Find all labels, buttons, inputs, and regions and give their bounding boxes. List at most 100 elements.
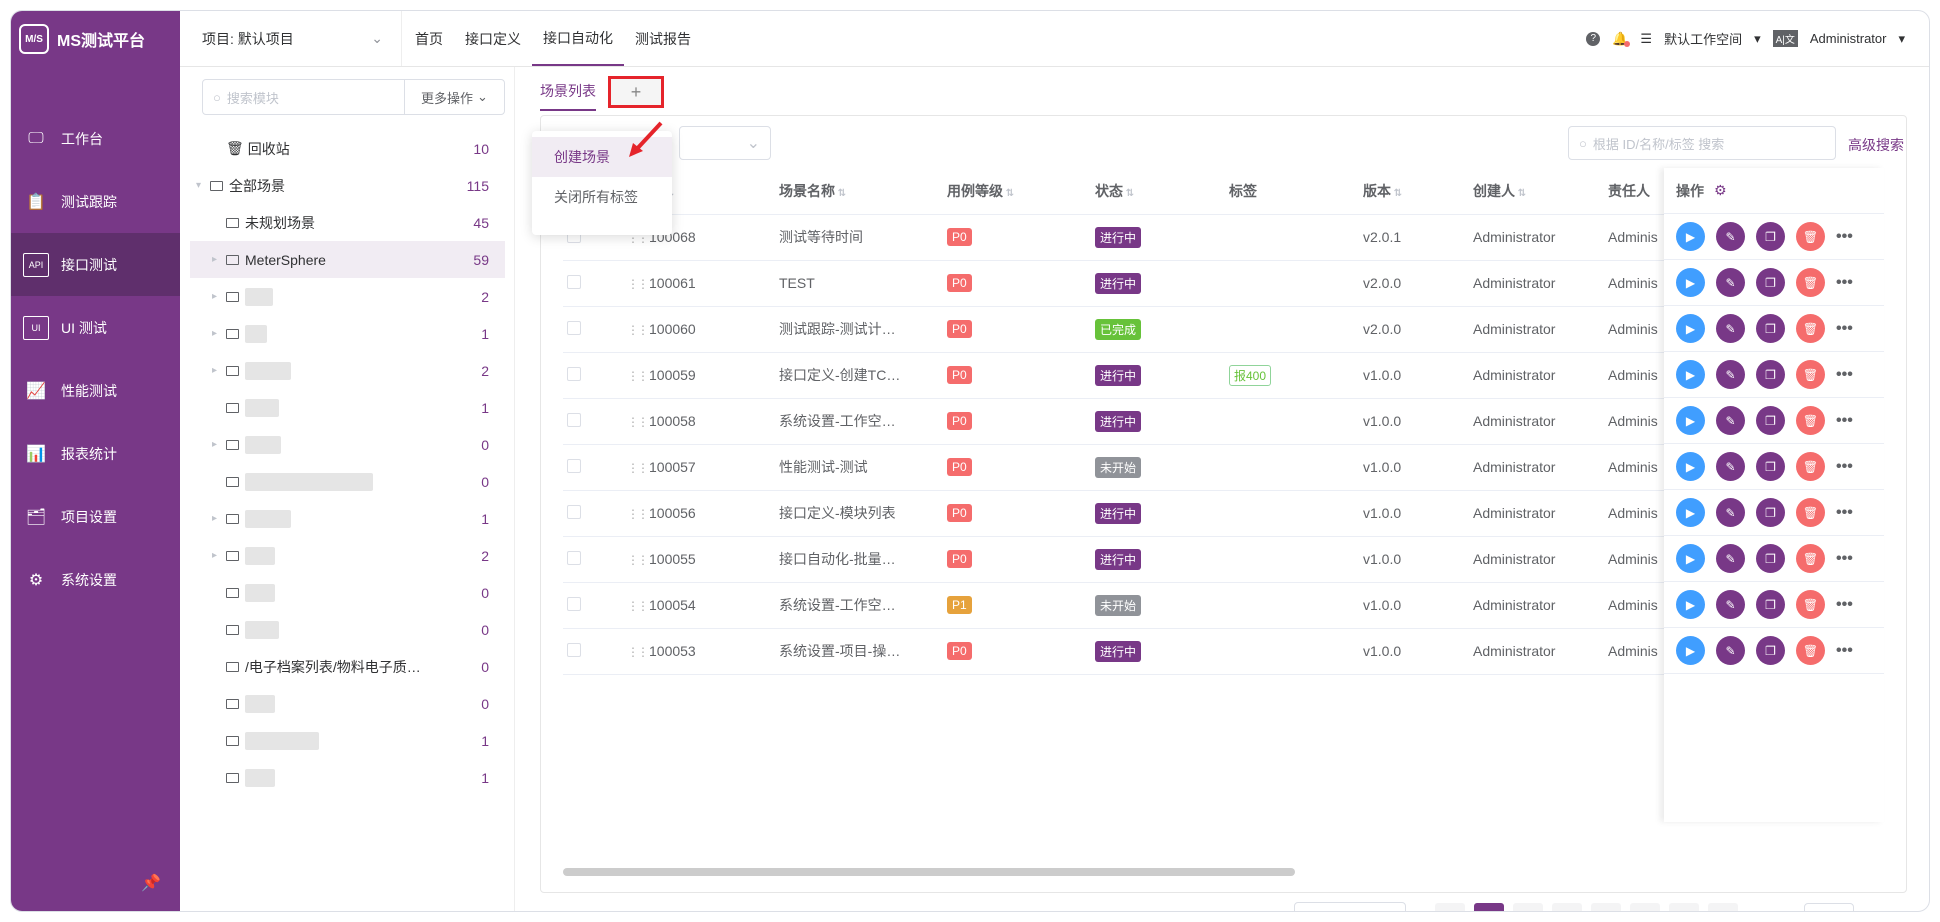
user-menu[interactable]: Administrator <box>1810 31 1887 46</box>
tree-node[interactable]: ▸ 1 <box>190 500 505 537</box>
horizontal-scrollbar[interactable] <box>563 868 1295 876</box>
goto-page-input[interactable]: 1 <box>1803 903 1854 911</box>
run-icon[interactable]: ▶ <box>1676 222 1705 251</box>
sidebar-item-4[interactable]: 📈 性能测试 <box>11 359 180 422</box>
name-cell[interactable]: 系统设置-工作空… <box>779 582 947 629</box>
row-checkbox[interactable] <box>567 596 581 611</box>
table-row[interactable]: ⋮⋮ 100060 测试跟踪-测试计… P0 已完成 v2.0.0 Administrato… <box>563 306 1709 353</box>
delete-icon[interactable]: 🗑 <box>1796 452 1825 481</box>
pin-icon[interactable]: 📌 <box>141 873 161 893</box>
bell-icon[interactable]: 🔔 <box>1612 31 1631 47</box>
tree-node[interactable]: 0 <box>190 463 505 500</box>
name-cell[interactable]: 系统设置-工作空… <box>779 398 947 445</box>
copy-icon[interactable]: ❐ <box>1756 360 1785 389</box>
tab-scenario-list[interactable]: 场景列表 <box>540 73 596 111</box>
table-row[interactable]: ⋮⋮ 100058 系统设置-工作空… P0 进行中 v1.0.0 Administrato… <box>563 398 1709 445</box>
more-icon[interactable]: ••• <box>1836 504 1853 522</box>
drag-handle-icon[interactable]: ⋮⋮ <box>627 277 649 291</box>
tree-node[interactable]: ▸ 2 <box>190 537 505 574</box>
table-row[interactable]: ⋮⋮ 100068 测试等待时间 P0 进行中 v2.0.1 Administrator Ad… <box>563 214 1709 261</box>
edit-icon[interactable]: ✎ <box>1716 452 1745 481</box>
tree-node[interactable]: ▸ 2 <box>190 352 505 389</box>
add-tab-button[interactable]: + <box>608 76 664 108</box>
tree-node[interactable]: ▸ 0 <box>190 426 505 463</box>
edit-icon[interactable]: ✎ <box>1716 544 1745 573</box>
tree-node[interactable]: /电子档案列表/物料电子质… 0 <box>190 648 505 685</box>
edit-icon[interactable]: ✎ <box>1716 268 1745 297</box>
sidebar-item-0[interactable]: 🖵 工作台 <box>11 107 180 170</box>
delete-icon[interactable]: 🗑 <box>1796 636 1825 665</box>
more-icon[interactable]: ••• <box>1836 642 1853 660</box>
row-checkbox[interactable] <box>567 320 581 335</box>
menu-item-3[interactable]: 测试报告 <box>624 11 702 66</box>
table-row[interactable]: ⋮⋮ 100053 系统设置-项目-操… P0 进行中 v1.0.0 Administrat… <box>563 628 1709 675</box>
sidebar-item-7[interactable]: ⚙ 系统设置 <box>11 548 180 611</box>
sort-icon[interactable]: ⇅ <box>835 188 846 199</box>
tree-node[interactable]: 🗑 回收站 10 <box>190 130 505 167</box>
copy-icon[interactable]: ❐ <box>1756 222 1785 251</box>
drag-handle-icon[interactable]: ⋮⋮ <box>627 645 649 659</box>
more-icon[interactable]: ••• <box>1836 550 1853 568</box>
tree-node[interactable]: 0 <box>190 611 505 648</box>
caret-right-icon[interactable]: ▸ <box>212 365 226 376</box>
caret-right-icon[interactable]: ▸ <box>212 254 226 265</box>
page-button[interactable]: 4 <box>1590 903 1621 911</box>
sidebar-item-6[interactable]: 🗂 项目设置 <box>11 485 180 548</box>
page-button[interactable]: 6 <box>1668 903 1699 911</box>
sort-icon[interactable]: ⇅ <box>1515 188 1526 199</box>
table-row[interactable]: ⋮⋮ 100055 接口自动化-批量… P0 进行中 v1.0.0 Administrato… <box>563 536 1709 583</box>
copy-icon[interactable]: ❐ <box>1756 406 1785 435</box>
run-icon[interactable]: ▶ <box>1676 268 1705 297</box>
edit-icon[interactable]: ✎ <box>1716 406 1745 435</box>
next-page-button[interactable]: › <box>1707 903 1738 911</box>
more-icon[interactable]: ••• <box>1836 412 1853 430</box>
table-row[interactable]: ⋮⋮ 100061 TEST P0 进行中 v2.0.0 Administrator Admi… <box>563 260 1709 307</box>
tree-node[interactable]: ▸ MeterSphere 59 <box>190 241 505 278</box>
name-cell[interactable]: 接口自动化-批量… <box>779 536 947 583</box>
row-checkbox[interactable] <box>567 550 581 565</box>
name-cell[interactable]: 测试跟踪-测试计… <box>779 306 947 353</box>
more-icon[interactable]: ••• <box>1836 274 1853 292</box>
drag-handle-icon[interactable]: ⋮⋮ <box>627 369 649 383</box>
row-checkbox[interactable] <box>567 642 581 657</box>
drag-handle-icon[interactable]: ⋮⋮ <box>627 599 649 613</box>
name-cell[interactable]: 接口定义-创建TC… <box>779 352 947 399</box>
sort-icon[interactable]: ⇅ <box>1003 188 1014 199</box>
more-icon[interactable]: ••• <box>1836 366 1853 384</box>
copy-icon[interactable]: ❐ <box>1756 544 1785 573</box>
sort-icon[interactable]: ⇅ <box>1391 188 1402 199</box>
edit-icon[interactable]: ✎ <box>1716 314 1745 343</box>
delete-icon[interactable]: 🗑 <box>1796 590 1825 619</box>
copy-icon[interactable]: ❐ <box>1756 590 1785 619</box>
row-checkbox[interactable] <box>567 504 581 519</box>
table-row[interactable]: ⋮⋮ 100059 接口定义-创建TC… P0 进行中 报400 v1.0.0 Adminis… <box>563 352 1709 399</box>
page-button[interactable]: 1 <box>1473 903 1504 911</box>
row-checkbox[interactable] <box>567 274 581 289</box>
name-cell[interactable]: TEST <box>779 260 947 307</box>
more-actions-button[interactable]: 更多操作 ⌄ <box>404 80 504 114</box>
edit-icon[interactable]: ✎ <box>1716 636 1745 665</box>
run-icon[interactable]: ▶ <box>1676 498 1705 527</box>
help-icon[interactable]: ? <box>1586 31 1601 46</box>
page-button[interactable]: 3 <box>1551 903 1582 911</box>
filter-select[interactable]: ⌄ <box>679 126 771 160</box>
copy-icon[interactable]: ❐ <box>1756 498 1785 527</box>
delete-icon[interactable]: 🗑 <box>1796 268 1825 297</box>
page-button[interactable]: 2 <box>1512 903 1543 911</box>
language-icon[interactable]: A|文 <box>1772 30 1798 47</box>
caret-right-icon[interactable]: ▾ <box>196 180 210 191</box>
caret-right-icon[interactable]: ▸ <box>212 439 226 450</box>
run-icon[interactable]: ▶ <box>1676 636 1705 665</box>
edit-icon[interactable]: ✎ <box>1716 222 1745 251</box>
row-checkbox[interactable] <box>567 366 581 381</box>
column-header-4[interactable]: 标签 <box>1229 168 1363 215</box>
menu-item-1[interactable]: 接口定义 <box>454 11 532 66</box>
tree-node[interactable]: ▸ 1 <box>190 315 505 352</box>
column-header-2[interactable]: 用例等级 ⇅ <box>947 168 1095 215</box>
tree-node[interactable]: ▸ 2 <box>190 278 505 315</box>
drag-handle-icon[interactable]: ⋮⋮ <box>627 415 649 429</box>
drag-handle-icon[interactable]: ⋮⋮ <box>627 323 649 337</box>
tree-node[interactable]: 1 <box>190 722 505 759</box>
column-settings-icon[interactable]: ⚙ <box>1714 182 1727 199</box>
prev-page-button[interactable]: ‹ <box>1434 903 1465 911</box>
